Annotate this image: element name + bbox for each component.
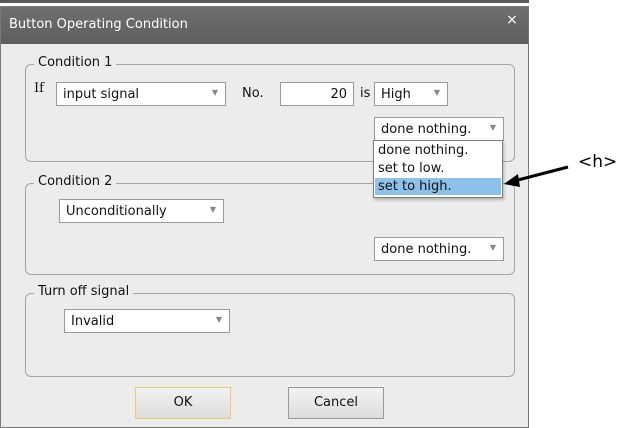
turn-off-signal-legend: Turn off signal [34,284,134,299]
button-operating-condition-dialog: Button Operating Condition × Condition 1… [0,6,529,428]
condition-2-action-value: done nothing. [381,242,472,257]
screenshot-stage: Button Operating Condition × Condition 1… [0,0,627,428]
chevron-down-icon: ▼ [211,88,218,97]
condition-2-mode-value: Unconditionally [66,204,167,219]
condition-2-legend: Condition 2 [34,174,117,189]
cancel-button[interactable]: Cancel [288,387,384,419]
annotation-label: <h> [578,152,618,172]
condition-2-mode-select[interactable]: Unconditionally ▼ [59,199,224,223]
ok-button[interactable]: OK [135,387,231,419]
chevron-down-icon: ▼ [209,205,216,214]
condition-1-action-select[interactable]: done nothing. ▼ [374,117,504,141]
dropdown-option-done-nothing[interactable]: done nothing. [375,142,501,159]
dropdown-option-set-to-low[interactable]: set to low. [375,160,501,177]
signal-type-select[interactable]: input signal ▼ [56,82,226,106]
signal-number-input[interactable] [280,82,354,106]
turn-off-signal-select[interactable]: Invalid ▼ [64,309,230,333]
if-label: If [34,81,44,96]
condition-1-action-value: done nothing. [381,122,472,137]
signal-state-value: High [381,87,411,102]
turn-off-signal-value: Invalid [71,314,115,329]
chevron-down-icon: ▼ [215,315,222,324]
dialog-title: Button Operating Condition [9,17,188,32]
turn-off-signal-group: Turn off signal Invalid ▼ [25,284,515,377]
chevron-down-icon: ▼ [489,123,496,132]
annotation-arrow-icon [504,165,569,187]
number-label: No. [242,86,264,101]
condition-1-legend: Condition 1 [34,55,117,70]
window-top-edge [0,0,529,3]
is-label: is [360,86,371,101]
chevron-down-icon: ▼ [489,243,496,252]
title-bar[interactable]: Button Operating Condition × [1,7,528,44]
condition-2-action-select[interactable]: done nothing. ▼ [374,237,504,261]
signal-state-select[interactable]: High ▼ [374,82,448,106]
chevron-down-icon: ▼ [433,88,440,97]
action-dropdown-list: done nothing. set to low. set to high. [373,140,503,198]
close-icon[interactable]: × [505,13,519,27]
dropdown-option-set-to-high[interactable]: set to high. [375,178,501,195]
signal-type-value: input signal [63,87,140,102]
